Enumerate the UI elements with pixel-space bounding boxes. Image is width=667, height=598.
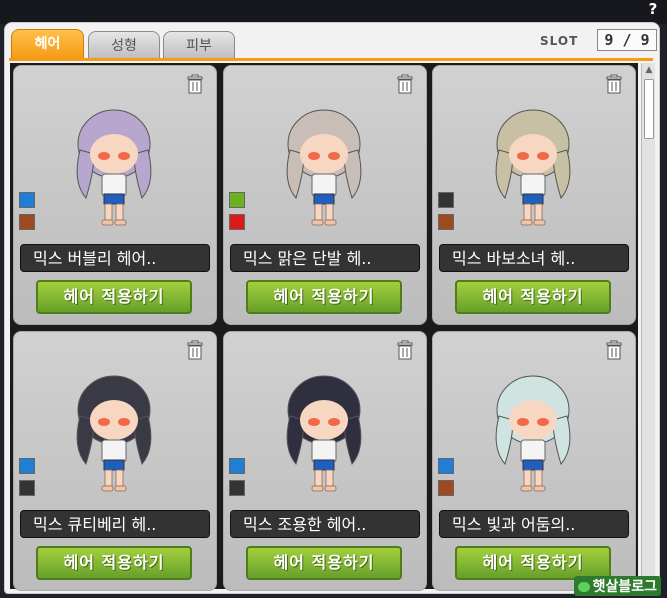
hair-name-label: 믹스 버블리 헤어.. — [20, 244, 210, 272]
character-preview — [64, 102, 164, 232]
color-swatch[interactable] — [229, 458, 245, 474]
blog-watermark: 햇살블로그 — [573, 576, 661, 596]
trash-icon[interactable] — [396, 340, 414, 360]
hair-name-label: 믹스 빛과 어둠의.. — [439, 510, 629, 538]
color-swatch[interactable] — [19, 458, 35, 474]
trash-icon[interactable] — [186, 340, 204, 360]
color-swatch[interactable] — [438, 458, 454, 474]
color-swatch[interactable] — [229, 480, 245, 496]
hair-card[interactable]: 믹스 빛과 어둠의.. 헤어 적용하기 — [432, 331, 636, 591]
window-top-strip — [0, 0, 667, 24]
character-preview — [483, 102, 583, 232]
apply-hair-button[interactable]: 헤어 적용하기 — [246, 546, 402, 580]
scrollbar[interactable]: ▲ ▼ — [641, 63, 655, 589]
tab-hair[interactable]: 헤어 — [11, 29, 84, 59]
apply-hair-button[interactable]: 헤어 적용하기 — [455, 280, 611, 314]
hair-name-label: 믹스 큐티베리 헤.. — [20, 510, 210, 538]
tab-skin[interactable]: 피부 — [163, 31, 235, 59]
hair-salon-panel: 헤어 성형 피부 SLOT 9 / 9 믹스 버블리 헤어.. 헤어 적용하기 믹스… — [4, 22, 660, 594]
color-swatch[interactable] — [19, 214, 35, 230]
character-preview — [483, 368, 583, 498]
hair-card[interactable]: 믹스 버블리 헤어.. 헤어 적용하기 — [13, 65, 217, 325]
trash-icon[interactable] — [186, 74, 204, 94]
hair-name-label: 믹스 조용한 헤어.. — [230, 510, 420, 538]
trash-icon[interactable] — [605, 74, 623, 94]
hair-card[interactable]: 믹스 조용한 헤어.. 헤어 적용하기 — [223, 331, 427, 591]
apply-hair-button[interactable]: 헤어 적용하기 — [36, 280, 192, 314]
hair-name-label: 믹스 맑은 단발 헤.. — [230, 244, 420, 272]
card-grid: 믹스 버블리 헤어.. 헤어 적용하기 믹스 맑은 단발 헤.. 헤어 적용하기 믹스 … — [10, 63, 638, 591]
hair-name-label: 믹스 바보소녀 헤.. — [439, 244, 629, 272]
help-button[interactable]: ? — [645, 0, 661, 18]
trash-icon[interactable] — [605, 340, 623, 360]
color-swatch[interactable] — [229, 192, 245, 208]
scroll-up-icon[interactable]: ▲ — [644, 65, 654, 75]
color-swatch[interactable] — [438, 214, 454, 230]
hair-card[interactable]: 믹스 바보소녀 헤.. 헤어 적용하기 — [432, 65, 636, 325]
hair-card[interactable]: 믹스 맑은 단발 헤.. 헤어 적용하기 — [223, 65, 427, 325]
tab-underline — [9, 58, 653, 61]
slot-label: SLOT — [540, 34, 579, 48]
color-swatch[interactable] — [438, 192, 454, 208]
tab-plastic-surgery[interactable]: 성형 — [88, 31, 160, 59]
blog-watermark-label: 햇살블로그 — [592, 579, 657, 595]
color-swatch[interactable] — [19, 480, 35, 496]
apply-hair-button[interactable]: 헤어 적용하기 — [455, 546, 611, 580]
scroll-thumb[interactable] — [644, 79, 654, 139]
apply-hair-button[interactable]: 헤어 적용하기 — [246, 280, 402, 314]
color-swatch[interactable] — [19, 192, 35, 208]
color-swatch[interactable] — [438, 480, 454, 496]
blog-leaf-icon — [577, 582, 590, 592]
slot-count: 9 / 9 — [597, 29, 657, 51]
character-preview — [274, 102, 374, 232]
trash-icon[interactable] — [396, 74, 414, 94]
character-preview — [64, 368, 164, 498]
character-preview — [274, 368, 374, 498]
hair-card[interactable]: 믹스 큐티베리 헤.. 헤어 적용하기 — [13, 331, 217, 591]
color-swatch[interactable] — [229, 214, 245, 230]
apply-hair-button[interactable]: 헤어 적용하기 — [36, 546, 192, 580]
